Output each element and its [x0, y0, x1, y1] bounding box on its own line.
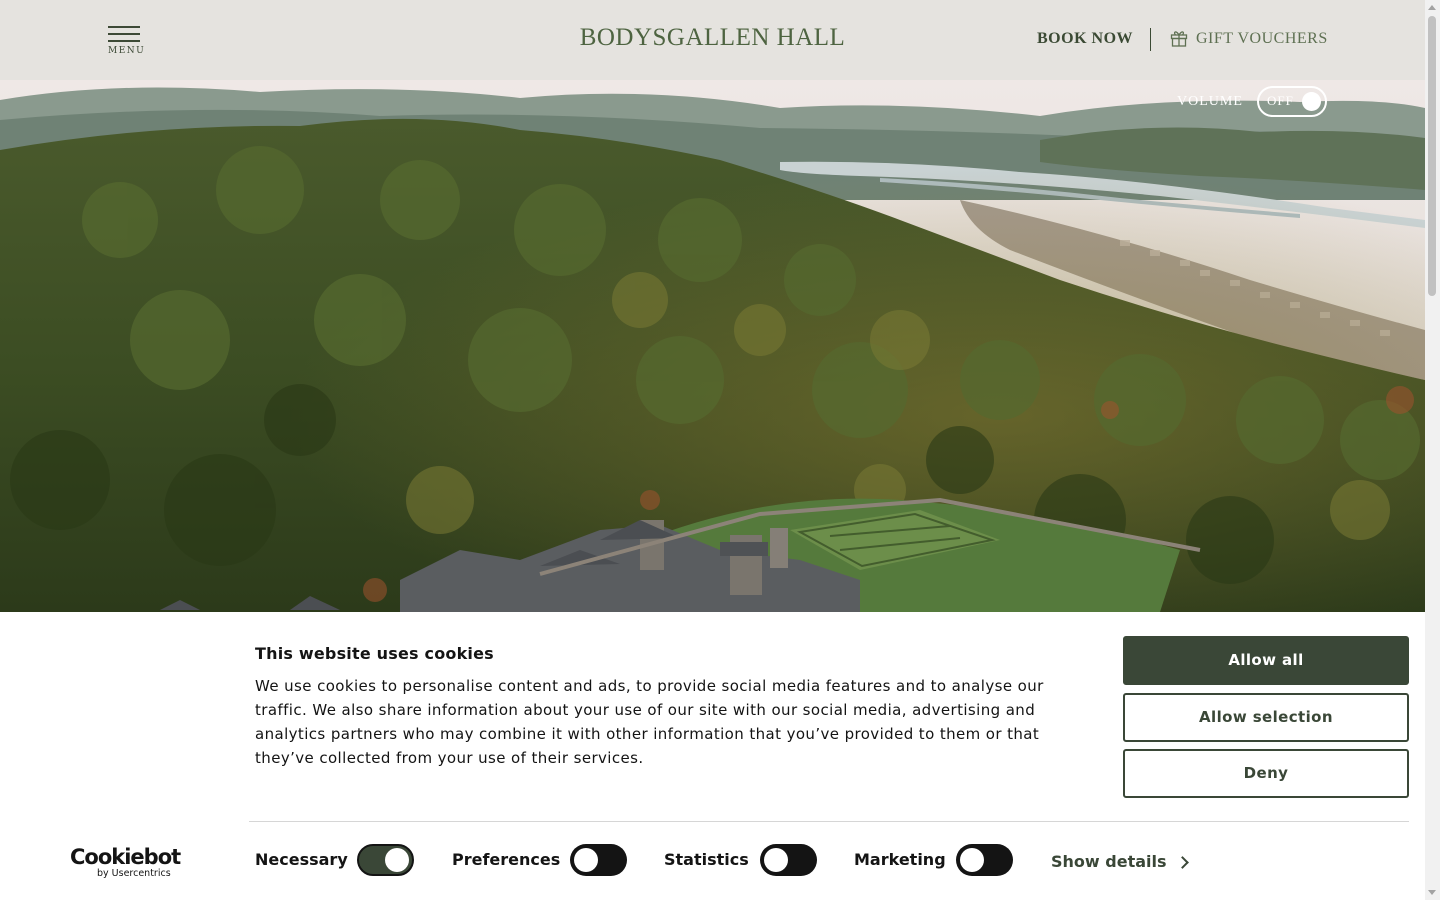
cookie-banner: This website uses cookies We use cookies…: [0, 612, 1425, 900]
page: MENU BODYSGALLEN HALL BOOK NOW GIFT VOUC…: [0, 0, 1425, 900]
scroll-down-icon[interactable]: [1428, 890, 1436, 895]
consent-marketing-toggle[interactable]: [956, 844, 1013, 876]
consent-statistics-label: Statistics: [664, 850, 749, 869]
toggle-knob: [385, 848, 409, 872]
site-header: MENU BODYSGALLEN HALL BOOK NOW GIFT VOUC…: [0, 0, 1425, 80]
cookiebot-logo[interactable]: Cookiebot by Usercentrics: [70, 845, 181, 881]
scrollbar-thumb[interactable]: [1428, 16, 1436, 296]
hero-landscape-image: [0, 80, 1425, 612]
toggle-knob: [574, 848, 598, 872]
volume-state: OFF: [1267, 93, 1294, 108]
allow-all-button[interactable]: Allow all: [1123, 636, 1409, 685]
cookie-divider: [249, 821, 1409, 822]
cookie-description: We use cookies to personalise content an…: [255, 677, 1044, 767]
scroll-up-icon[interactable]: [1428, 5, 1436, 10]
cookiebot-logo-name: Cookiebot: [70, 845, 181, 869]
volume-label: VOLUME: [1177, 94, 1243, 109]
header-divider: [1150, 28, 1151, 51]
deny-button[interactable]: Deny: [1123, 749, 1409, 798]
page-scrollbar[interactable]: [1425, 0, 1440, 900]
book-now-button[interactable]: BOOK NOW: [1037, 30, 1133, 48]
volume-toggle[interactable]: OFF: [1257, 86, 1327, 117]
gift-vouchers-label: GIFT VOUCHERS: [1196, 30, 1328, 47]
consent-necessary-label: Necessary: [255, 850, 348, 869]
chevron-right-icon: [1176, 856, 1189, 869]
consent-statistics-toggle[interactable]: [760, 844, 817, 876]
volume-toggle-knob: [1302, 92, 1321, 111]
allow-selection-button[interactable]: Allow selection: [1123, 693, 1409, 742]
consent-preferences-label: Preferences: [452, 850, 561, 869]
show-details-label: Show details: [1051, 852, 1167, 871]
toggle-knob: [764, 848, 788, 872]
gift-icon: [1170, 31, 1188, 47]
hero-video: [0, 80, 1425, 612]
cookiebot-logo-sub: by Usercentrics: [97, 868, 171, 879]
consent-necessary-toggle[interactable]: [357, 844, 414, 876]
show-details-link[interactable]: Show details: [1051, 852, 1189, 871]
consent-preferences-toggle[interactable]: [570, 844, 627, 876]
cookie-title: This website uses cookies: [255, 644, 494, 663]
consent-marketing-label: Marketing: [854, 850, 946, 869]
toggle-knob: [960, 848, 984, 872]
